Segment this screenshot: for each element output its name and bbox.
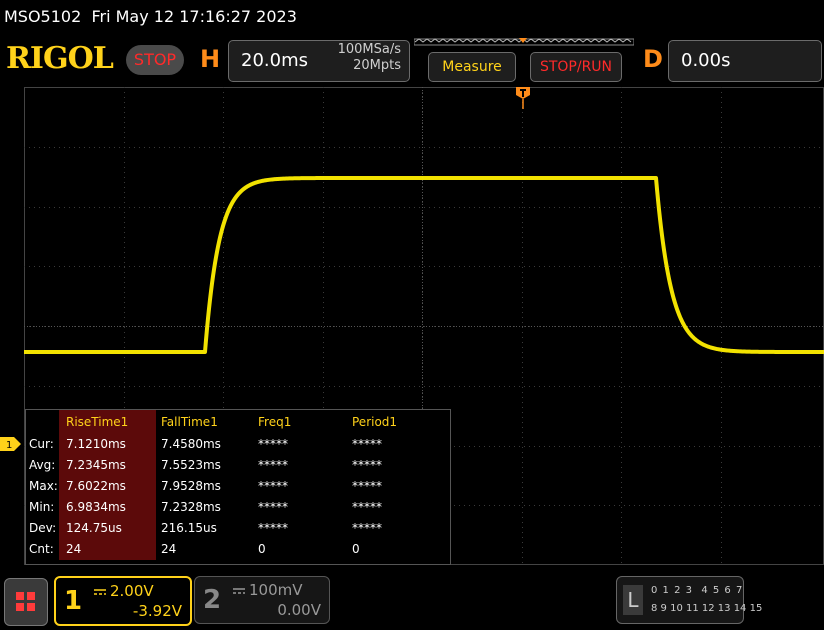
cell-value: ***** (258, 437, 288, 451)
table-row: Max: 7.6022ms 7.9528ms ***** ***** (26, 476, 450, 496)
cell-value: ***** (352, 437, 382, 451)
row-label: Cnt: (29, 542, 54, 556)
channel-2-settings[interactable]: 2 100mV 0.00V (194, 576, 330, 624)
grid-menu-icon (16, 592, 35, 611)
measurement-header-row: RiseTime1 FallTime1 Freq1 Period1 (26, 412, 450, 432)
table-row: Dev: 124.75us 216.15us ***** ***** (26, 518, 450, 538)
row-label: Min: (29, 500, 55, 514)
cell-value: ***** (352, 500, 382, 514)
measurement-table[interactable]: RiseTime1 FallTime1 Freq1 Period1 Cur: 7… (25, 409, 451, 565)
cell-value: 6.9834ms (66, 500, 126, 514)
delay-menu-letter[interactable]: D (643, 44, 663, 74)
row-label: Cur: (29, 437, 54, 451)
cell-value: ***** (258, 500, 288, 514)
rigol-logo: RIGOL (6, 41, 114, 76)
table-row: Min: 6.9834ms 7.2328ms ***** ***** (26, 497, 450, 517)
delay-settings-box[interactable]: 0.00s (668, 40, 822, 82)
channel-1-number: 1 (64, 586, 83, 616)
col-header-falltime[interactable]: FallTime1 (161, 412, 218, 432)
status-line: MSO5102 Fri May 12 17:16:27 2023 (4, 4, 297, 30)
cell-value: ***** (258, 479, 288, 493)
row-label: Max: (29, 479, 58, 493)
table-row: Cur: 7.1210ms 7.4580ms ***** ***** (26, 434, 450, 454)
logic-analyzer-panel[interactable]: L 0 1 2 3 4 5 6 7 8 9 10 11 12 13 14 15 (616, 576, 762, 624)
col-header-freq[interactable]: Freq1 (258, 412, 291, 432)
row-label: Avg: (29, 458, 56, 472)
horizontal-settings-box[interactable]: 20.0ms 100MSa/s 20Mpts (228, 40, 410, 82)
dc-coupling-icon (94, 588, 106, 595)
cell-value: ***** (352, 458, 382, 472)
channel-1-offset: -3.92V (132, 602, 182, 620)
la-channels-row-1: 0 1 2 3 4 5 6 7 (651, 585, 744, 596)
datetime: Fri May 12 17:16:27 2023 (91, 7, 297, 26)
ch1-waveform-trace (24, 176, 824, 354)
cell-value: ***** (352, 479, 382, 493)
cell-value: 7.2328ms (161, 500, 221, 514)
cell-value: 7.6022ms (66, 479, 126, 493)
cell-value: ***** (258, 458, 288, 472)
cell-value: 7.1210ms (66, 437, 126, 451)
sample-rate: 100MSa/s (337, 42, 401, 57)
col-header-period[interactable]: Period1 (352, 412, 397, 432)
delay-value: 0.00s (681, 50, 731, 71)
col-header-risetime[interactable]: RiseTime1 (66, 412, 128, 432)
cell-value: 24 (161, 542, 177, 556)
channel-2-scale: 100mV (233, 581, 303, 599)
trigger-marker-icon[interactable] (515, 87, 531, 109)
ch1-offset-marker-icon[interactable]: 1 (0, 437, 22, 451)
channel-1-scale: 2.00V (94, 582, 154, 600)
footer-bar: 1 2.00V -3.92V 2 100mV 0.00V L 0 1 2 3 4… (0, 574, 824, 630)
cell-value: 7.9528ms (161, 479, 221, 493)
horizontal-menu-letter[interactable]: H (200, 44, 220, 74)
timebase-value: 20.0ms (241, 50, 308, 71)
cell-value: 7.4580ms (161, 437, 221, 451)
la-letter: L (623, 585, 643, 615)
cell-value: 0 (258, 542, 266, 556)
table-row: Avg: 7.2345ms 7.5523ms ***** ***** (26, 455, 450, 475)
cell-value: 7.5523ms (161, 458, 221, 472)
cell-value: 24 (66, 542, 82, 556)
la-channels-row-2: 8 9 10 11 12 13 14 15 (651, 603, 763, 614)
run-state-button[interactable]: STOP (126, 45, 184, 75)
main-menu-button[interactable] (4, 578, 48, 626)
cell-value: 216.15us (161, 521, 217, 535)
table-row: Cnt: 24 24 0 0 (26, 539, 450, 559)
memory-depth: 20Mpts (353, 58, 401, 73)
measure-button[interactable]: Measure (428, 52, 516, 82)
ch1-marker-label: 1 (6, 440, 12, 451)
channel-1-settings[interactable]: 1 2.00V -3.92V (54, 576, 192, 626)
waveform-position-strip (414, 38, 634, 46)
cell-value: 7.2345ms (66, 458, 126, 472)
model-name: MSO5102 (4, 7, 82, 26)
cell-value: ***** (352, 521, 382, 535)
cell-value: 124.75us (66, 521, 122, 535)
acquisition-info: 100MSa/s 20Mpts (338, 42, 401, 74)
channel-2-number: 2 (203, 585, 222, 615)
channel-2-offset: 0.00V (277, 601, 321, 619)
row-label: Dev: (29, 521, 57, 535)
cell-value: 0 (352, 542, 360, 556)
dc-coupling-icon (233, 587, 245, 594)
header-bar: RIGOL STOP H 20.0ms 100MSa/s 20Mpts Meas… (0, 32, 824, 86)
stop-run-button[interactable]: STOP/RUN (530, 52, 622, 82)
cell-value: ***** (258, 521, 288, 535)
